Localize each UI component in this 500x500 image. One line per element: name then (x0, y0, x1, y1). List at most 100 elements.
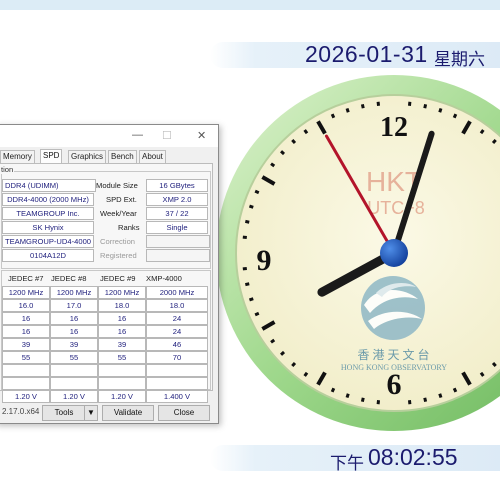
spd-ext-field: XMP 2.0 (146, 193, 208, 206)
minute-tick (423, 104, 428, 109)
module-size-field: 16 GBytes (146, 179, 208, 192)
numeral-9: 9 (257, 244, 272, 277)
minute-tick (248, 204, 254, 209)
timing-cell: 16 (2, 325, 50, 338)
maximize-button[interactable]: ☐ (162, 129, 172, 142)
tab-about[interactable]: About (139, 150, 166, 163)
tab-graphics[interactable]: Graphics (68, 150, 107, 163)
timing-cell: 39 (2, 338, 50, 351)
minute-tick (491, 361, 497, 367)
footer-bar: 2.17.0.x64 Tools ▼ Validate Close (0, 403, 218, 421)
minute-tick (360, 397, 365, 402)
close-button[interactable]: Close (158, 405, 210, 421)
analog-clock: HKT UTC+8 香港天文台 HONG KONG OBSERVATORY 12… (218, 75, 500, 431)
timing-cell: 1.20 V (2, 390, 50, 403)
minute-tick (479, 371, 485, 377)
minute-tick (345, 107, 350, 113)
timing-cell: 55 (98, 351, 146, 364)
ranks-field: Single (146, 221, 208, 234)
registered-field (146, 249, 210, 262)
utc-label: UTC+8 (367, 198, 425, 218)
timing-cell: 18.0 (146, 299, 208, 312)
minute-tick (270, 338, 276, 344)
timing-cell: 16 (50, 325, 98, 338)
manufacturer-field: TEAMGROUP Inc. (2, 207, 94, 220)
timing-cell: 24 (146, 312, 208, 325)
minute-tick (452, 387, 458, 393)
registered-label: Registered (100, 251, 137, 260)
minimize-button[interactable]: — (132, 129, 143, 141)
minute-tick (491, 139, 497, 145)
minute-tick (254, 189, 260, 195)
timing-cell (50, 364, 98, 377)
week-year-field: 37 / 22 (146, 207, 208, 220)
timings-header-1: JEDEC #7 (8, 274, 44, 283)
timing-cell: 16 (50, 312, 98, 325)
close-window-button[interactable]: ✕ (197, 129, 206, 142)
correction-label: Correction (100, 237, 136, 246)
tab-spd[interactable]: SPD (40, 149, 63, 164)
timing-cell: 1.400 V (146, 390, 208, 403)
dram-manufacturer-field: SK Hynix (2, 221, 94, 234)
tools-dropdown-button[interactable]: ▼ (84, 405, 98, 421)
timing-cell: 46 (146, 338, 208, 351)
minute-tick (423, 397, 428, 402)
top-bar (0, 0, 500, 10)
minute-tick (438, 107, 443, 113)
timings-header-3: JEDEC #9 (100, 274, 136, 283)
date-text: 2026-01-31 (305, 41, 428, 67)
tab-bench[interactable]: Bench (108, 150, 137, 163)
minute-tick (303, 129, 309, 135)
dropdown-arrow-icon: ▼ (87, 408, 95, 417)
minute-tick (245, 282, 250, 287)
timing-cell: 17.0 (50, 299, 98, 312)
minute-tick (345, 393, 350, 399)
tab-bar: Memory SPD Graphics Bench About (0, 149, 218, 164)
timing-cell: 16 (98, 312, 146, 325)
ranks-label: Ranks (118, 223, 140, 232)
serial-number-field: 0104A12D (2, 249, 94, 262)
timing-cell: 24 (146, 325, 208, 338)
timing-cell: 16 (2, 312, 50, 325)
minute-tick (245, 219, 250, 224)
title-bar[interactable]: — ☐ ✕ (0, 125, 218, 147)
tab-memory[interactable]: Memory (0, 150, 35, 163)
timing-cell: 1.20 V (50, 390, 98, 403)
timing-cell: 1200 MHz (98, 286, 146, 299)
tools-button[interactable]: Tools (42, 405, 86, 421)
timing-cell: 16.0 (2, 299, 50, 312)
minute-tick (280, 150, 286, 156)
timing-cell (146, 377, 208, 390)
observatory-cn: 香港天文台 (357, 347, 432, 362)
timing-cell: 55 (2, 351, 50, 364)
numeral-6: 6 (387, 368, 402, 401)
timing-cell: 2000 MHz (146, 286, 208, 299)
timings-header-2: JEDEC #8 (51, 274, 87, 283)
week-year-label: Week/Year (100, 209, 137, 218)
minute-tick (479, 129, 485, 135)
minute-tick (303, 371, 309, 377)
timing-cell (2, 377, 50, 390)
ampm-text: 下午 (330, 454, 364, 473)
correction-field (146, 235, 210, 248)
timing-cell (2, 364, 50, 377)
minute-tick (360, 104, 365, 109)
memory-speed-field: DDR4-4000 (2000 MHz) (2, 193, 94, 206)
timing-cell: 70 (146, 351, 208, 364)
minute-tick (330, 113, 336, 119)
timing-cell: 39 (98, 338, 146, 351)
minute-tick (438, 393, 443, 399)
part-number-field: TEAMGROUP-UD4-4000 (2, 235, 94, 248)
minute-tick (330, 387, 336, 393)
weekday-text: 星期六 (434, 50, 485, 69)
timing-cell: 16 (98, 325, 146, 338)
memory-type-field: DDR4 (UDIMM) (2, 179, 96, 192)
clock-center-cap (380, 239, 408, 267)
spd-panel: tion DDR4 (UDIMM) DDR4-4000 (2000 MHz) T… (0, 163, 213, 403)
version-text: 2.17.0.x64 (2, 407, 40, 416)
validate-button[interactable]: Validate (102, 405, 154, 421)
cpuz-window: — ☐ ✕ Memory SPD Graphics Bench About ti… (0, 124, 219, 424)
time-text: 08:02:55 (368, 444, 458, 470)
minute-tick (254, 311, 260, 317)
timing-cell: 1200 MHz (2, 286, 50, 299)
